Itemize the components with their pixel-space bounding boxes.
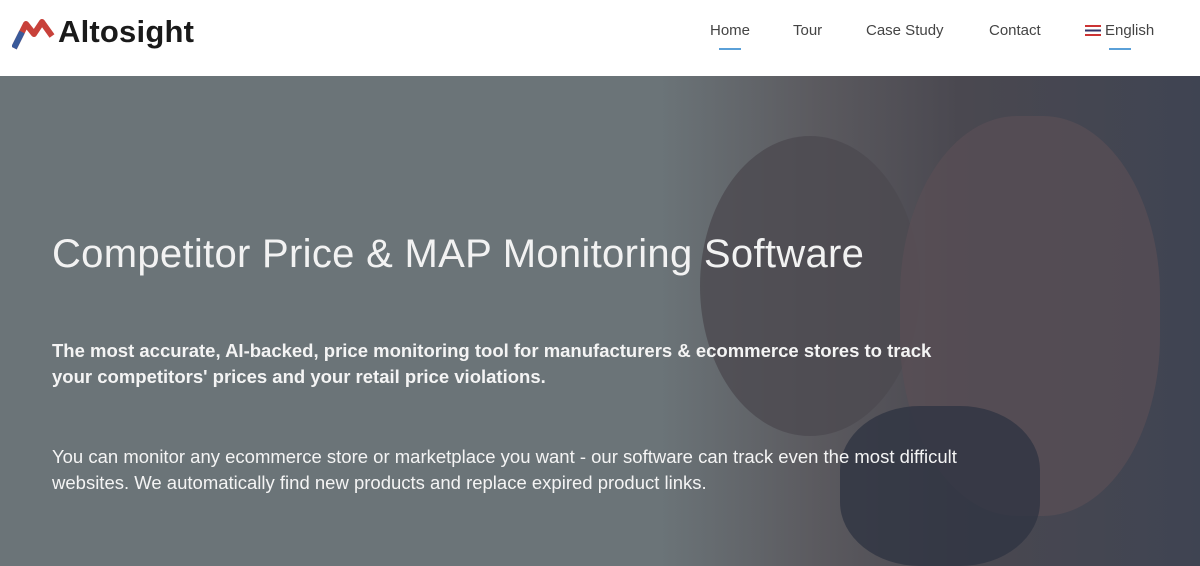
main-nav: Home Tour Case Study Contact English: [0, 22, 1200, 42]
hero-description: The most accurate, AI-backed, price moni…: [52, 340, 932, 387]
hero-background-image: [700, 136, 920, 436]
nav-tour[interactable]: Tour: [793, 22, 822, 39]
nav-contact[interactable]: Contact: [989, 22, 1041, 39]
hero-section: Competitor Price & MAP Monitoring Softwa…: [0, 76, 1200, 566]
nav-home[interactable]: Home: [710, 22, 750, 39]
uk-flag-icon: [1085, 25, 1101, 36]
nav-case-study[interactable]: Case Study: [866, 22, 944, 39]
nav-language[interactable]: English: [1085, 22, 1154, 39]
language-label: English: [1105, 22, 1155, 39]
hero-title: Competitor Price & MAP Monitoring Softwa…: [52, 232, 865, 276]
hero-subdescription: You can monitor any ecommerce store or m…: [52, 446, 957, 493]
site-header: Altosight Home Tour Case Study Contact E…: [0, 0, 1200, 76]
